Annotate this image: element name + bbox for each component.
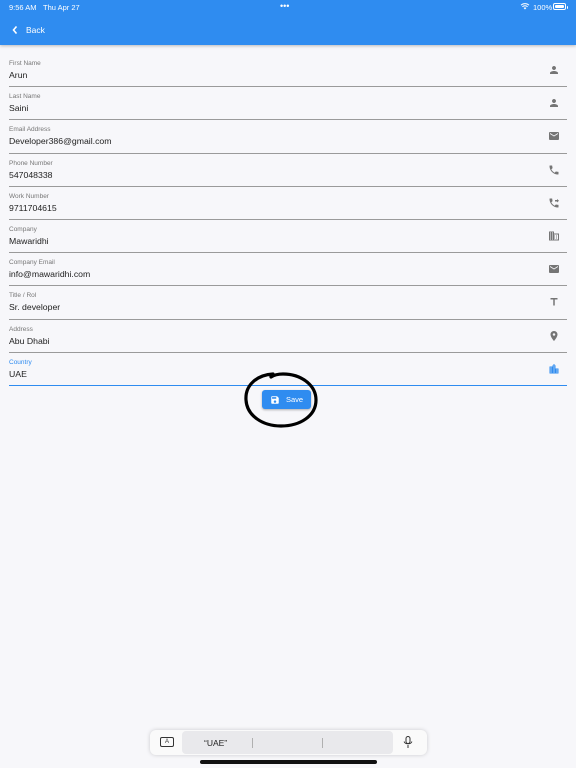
- field-value[interactable]: Arun: [9, 70, 27, 80]
- multitasking-dots[interactable]: •••: [280, 1, 289, 11]
- annotation-circle: [244, 372, 318, 428]
- keyboard-toggle-button[interactable]: A: [160, 737, 174, 747]
- mail-icon: [549, 265, 559, 274]
- status-time: 9:56 AM: [9, 3, 37, 12]
- field-value[interactable]: Sr. developer: [9, 302, 60, 312]
- work-number-field[interactable]: Work Number 9711704615: [9, 187, 567, 220]
- field-value[interactable]: UAE: [9, 369, 27, 379]
- person-icon: [550, 99, 558, 108]
- person-icon: [550, 66, 558, 74]
- chevron-left-icon: [12, 26, 18, 34]
- predictive-suggestions: “UAE”: [182, 731, 393, 754]
- phone-forward-icon: [549, 198, 559, 208]
- field-label: Company: [9, 225, 37, 233]
- city-icon: [549, 363, 559, 374]
- title-icon: [550, 298, 558, 306]
- field-value[interactable]: Mawaridhi: [9, 236, 49, 246]
- field-value[interactable]: Abu Dhabi: [9, 336, 50, 346]
- phone-number-field[interactable]: Phone Number 547048338: [9, 154, 567, 187]
- title-role-field[interactable]: Title / Rol Sr. developer: [9, 286, 567, 320]
- battery-icon: [553, 3, 568, 10]
- microphone-icon[interactable]: [403, 736, 413, 749]
- mail-icon: [549, 132, 559, 141]
- field-label: Work Number: [9, 192, 49, 200]
- field-value[interactable]: Saini: [9, 103, 28, 113]
- field-value[interactable]: info@mawaridhi.com: [9, 269, 90, 279]
- profile-form: First Name Arun Last Name Saini Email Ad…: [9, 54, 567, 386]
- back-button[interactable]: Back: [12, 23, 45, 37]
- back-label: Back: [26, 25, 45, 35]
- field-label: Country: [9, 358, 32, 366]
- field-label: Last Name: [9, 93, 41, 101]
- field-value[interactable]: 9711704615: [9, 203, 57, 213]
- field-label: Email Address: [9, 126, 51, 134]
- suggestion-item[interactable]: “UAE”: [204, 738, 227, 748]
- home-indicator[interactable]: [200, 760, 377, 764]
- phone-icon: [549, 165, 559, 175]
- email-address-field[interactable]: Email Address Developer386@gmail.com: [9, 120, 567, 154]
- field-label: Address: [9, 325, 33, 333]
- location-pin-icon: [550, 330, 558, 341]
- suggestion-divider: [322, 738, 323, 748]
- wifi-icon: [520, 3, 530, 10]
- address-field[interactable]: Address Abu Dhabi: [9, 320, 567, 353]
- last-name-field[interactable]: Last Name Saini: [9, 87, 567, 121]
- company-field[interactable]: Company Mawaridhi: [9, 220, 567, 254]
- suggestion-divider: [252, 738, 253, 748]
- company-email-field[interactable]: Company Email info@mawaridhi.com: [9, 253, 567, 287]
- keyboard-shortcut-bar: A “UAE”: [150, 730, 427, 755]
- status-date: Thu Apr 27: [43, 3, 80, 12]
- first-name-field[interactable]: First Name Arun: [9, 54, 567, 88]
- field-label: Phone Number: [9, 159, 53, 167]
- status-bar: 9:56 AM Thu Apr 27 ••• 100%: [0, 0, 576, 14]
- field-value[interactable]: 547048338: [9, 170, 52, 180]
- field-label: Title / Rol: [9, 292, 37, 300]
- app-header: 9:56 AM Thu Apr 27 ••• 100% Back: [0, 0, 576, 45]
- business-icon: [549, 231, 559, 241]
- battery-percent: 100%: [533, 3, 553, 12]
- field-label: First Name: [9, 60, 41, 67]
- field-label: Company Email: [9, 259, 55, 267]
- field-value[interactable]: Developer386@gmail.com: [9, 136, 112, 146]
